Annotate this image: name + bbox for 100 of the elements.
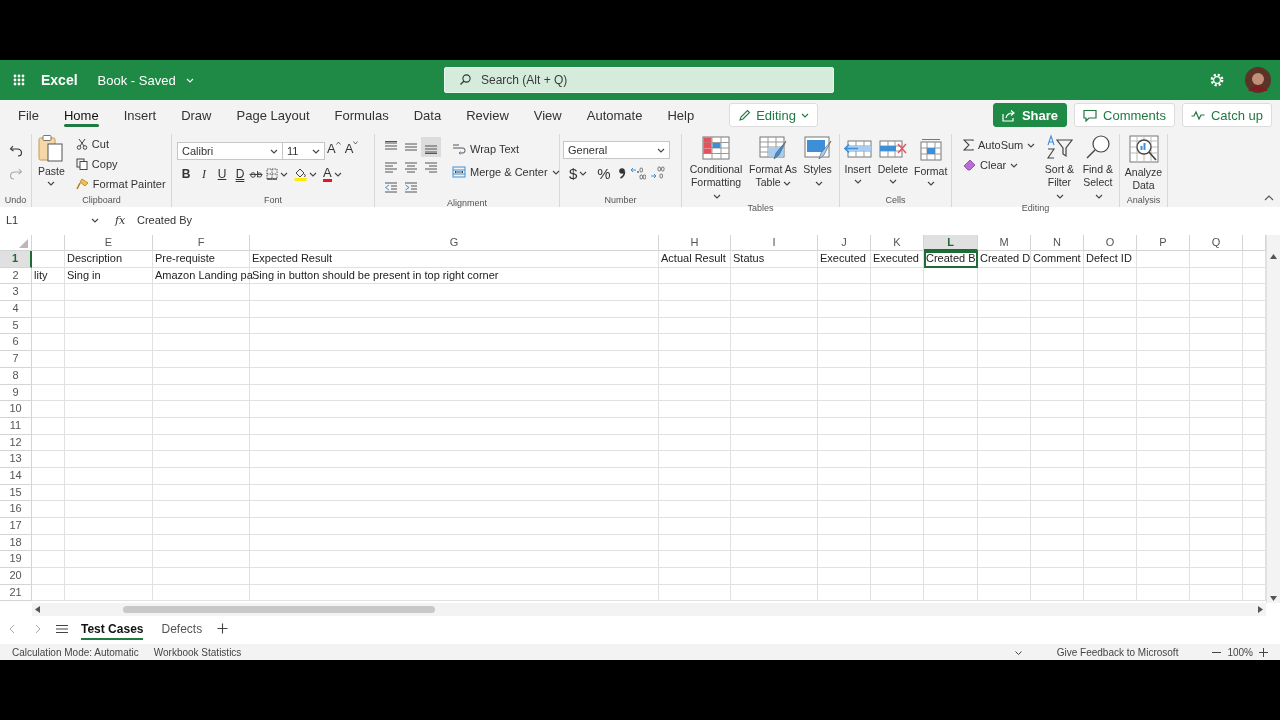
align-right-icon[interactable]	[424, 160, 438, 174]
status-text[interactable]: Workbook Statistics	[153, 647, 242, 658]
paste-button[interactable]: Paste	[36, 134, 67, 186]
row-header[interactable]: 14	[0, 467, 32, 485]
row-header[interactable]: 13	[0, 451, 32, 468]
analyze-data-icon[interactable]	[1128, 135, 1159, 163]
column-header[interactable]: J	[818, 235, 871, 251]
comma-style-icon[interactable]	[617, 167, 626, 179]
bold-button[interactable]: B	[177, 164, 195, 184]
decrease-decimal-icon[interactable]	[649, 166, 666, 180]
format-as-table-button[interactable]: Format As Table	[745, 136, 801, 189]
menu-tab[interactable]: Data	[403, 102, 452, 128]
catch-up-button[interactable]: Catch up	[1181, 103, 1272, 127]
increase-indent-icon[interactable]	[404, 180, 418, 194]
sort-filter-icon[interactable]	[1045, 134, 1074, 160]
column-header[interactable]: O	[1084, 235, 1137, 251]
shrink-font-button[interactable]: A	[342, 141, 361, 161]
scroll-down-icon[interactable]	[1270, 596, 1277, 601]
document-title[interactable]: Book - Saved	[97, 72, 194, 88]
status-text[interactable]: Calculation Mode: Automatic	[12, 647, 139, 658]
scrollbar-thumb[interactable]	[123, 606, 435, 613]
column-header[interactable]: K	[871, 235, 924, 251]
sheet-tab[interactable]: Test Cases	[72, 617, 153, 640]
insert-cells-icon[interactable]	[843, 138, 872, 160]
comments-button[interactable]: Comments	[1074, 103, 1175, 127]
menu-tab[interactable]: Home	[53, 102, 109, 128]
row-header[interactable]: 20	[0, 568, 32, 585]
insert-button[interactable]: Insert	[841, 138, 874, 184]
fill-color-icon[interactable]	[294, 167, 307, 181]
row-header[interactable]: 21	[0, 584, 32, 602]
format-cells-icon[interactable]	[918, 138, 943, 162]
app-launcher-icon[interactable]	[13, 74, 25, 86]
format-button[interactable]: Format	[912, 138, 950, 186]
magnifier-icon[interactable]	[1084, 134, 1111, 160]
clear-button[interactable]: Clear	[960, 155, 1039, 175]
undo-icon[interactable]	[8, 144, 23, 157]
styles-button[interactable]: Styles	[800, 136, 835, 189]
borders-icon[interactable]	[266, 168, 278, 180]
percent-button[interactable]: %	[594, 163, 614, 183]
share-button[interactable]: Share	[992, 103, 1068, 127]
settings-icon[interactable]	[1209, 72, 1225, 88]
align-left-icon[interactable]	[384, 160, 398, 174]
conditional-formatting-icon[interactable]	[701, 136, 730, 160]
row-header[interactable]: 6	[0, 334, 32, 352]
row-header[interactable]: 4	[0, 301, 32, 318]
table-brush-icon[interactable]	[759, 136, 788, 160]
font-size-dropdown[interactable]: 11	[282, 142, 325, 160]
menu-tab[interactable]: Automate	[576, 102, 653, 128]
italic-button[interactable]: I	[195, 164, 213, 184]
scroll-up-icon[interactable]	[1270, 254, 1277, 259]
row-header[interactable]: 7	[0, 351, 32, 368]
feedback-link[interactable]: Give Feedback to Microsoft	[1056, 647, 1179, 658]
column-header[interactable]: H	[659, 235, 731, 251]
column-header[interactable]: L	[924, 235, 978, 251]
merge-center-button[interactable]: Merge & Center	[449, 162, 563, 182]
decrease-indent-icon[interactable]	[384, 180, 398, 194]
name-box[interactable]: L1	[0, 211, 103, 229]
menu-tab[interactable]: Insert	[113, 102, 167, 128]
column-header[interactable]: P	[1137, 235, 1190, 251]
copy-button[interactable]: Copy	[72, 154, 169, 174]
add-sheet-icon[interactable]	[217, 623, 229, 634]
zoom-in-icon[interactable]	[1259, 648, 1268, 657]
row-header[interactable]: 18	[0, 534, 32, 552]
search-field[interactable]: Search (Alt + Q)	[444, 67, 834, 93]
menu-tab[interactable]: File	[8, 102, 49, 128]
scroll-left-icon[interactable]	[35, 606, 40, 613]
menu-tab[interactable]: Help	[657, 102, 705, 128]
grow-font-button[interactable]: A	[325, 141, 343, 161]
menu-icon[interactable]	[56, 623, 68, 634]
menu-tab[interactable]: Page Layout	[226, 102, 320, 128]
wrap-text-button[interactable]: Wrap Text	[449, 139, 563, 159]
row-header[interactable]: 5	[0, 317, 32, 335]
cut-button[interactable]: Cut	[72, 134, 169, 154]
zoom-level[interactable]: 100%	[1227, 647, 1253, 658]
number-format-dropdown[interactable]: General	[563, 141, 670, 159]
previous-sheet-icon[interactable]	[9, 623, 15, 634]
editing-mode-button[interactable]: Editing	[729, 103, 818, 127]
format-painter-button[interactable]: Format Painter	[72, 174, 169, 194]
autosum-button[interactable]: AutoSum	[960, 135, 1039, 155]
row-header[interactable]: 2	[0, 267, 32, 285]
column-header[interactable]: M	[978, 235, 1031, 251]
currency-button[interactable]: $	[566, 163, 591, 183]
sheet-tab[interactable]: Defects	[152, 617, 212, 640]
conditional-formatting-button[interactable]: Conditional Formatting	[686, 136, 746, 202]
row-header[interactable]: 8	[0, 367, 32, 385]
align-middle-icon[interactable]	[404, 140, 418, 154]
formula-value[interactable]: Created By	[137, 214, 193, 226]
delete-cells-icon[interactable]	[878, 138, 907, 160]
find-select-button[interactable]: Find & Select	[1080, 134, 1115, 202]
double-underline-button[interactable]: D	[231, 164, 249, 184]
row-header[interactable]: 11	[0, 417, 32, 435]
column-header[interactable]: Q	[1190, 235, 1243, 251]
delete-button[interactable]: Delete	[875, 138, 911, 184]
column-header[interactable]: G	[250, 235, 659, 251]
row-header[interactable]: 16	[0, 501, 32, 518]
caret-icon[interactable]	[1014, 650, 1022, 655]
row-header[interactable]: 1	[0, 251, 32, 268]
sort-filter-button[interactable]: Sort & Filter	[1042, 134, 1077, 202]
analyze-data-button[interactable]: Analyze Data	[1122, 135, 1165, 192]
font-color-button[interactable]: A	[320, 164, 345, 184]
